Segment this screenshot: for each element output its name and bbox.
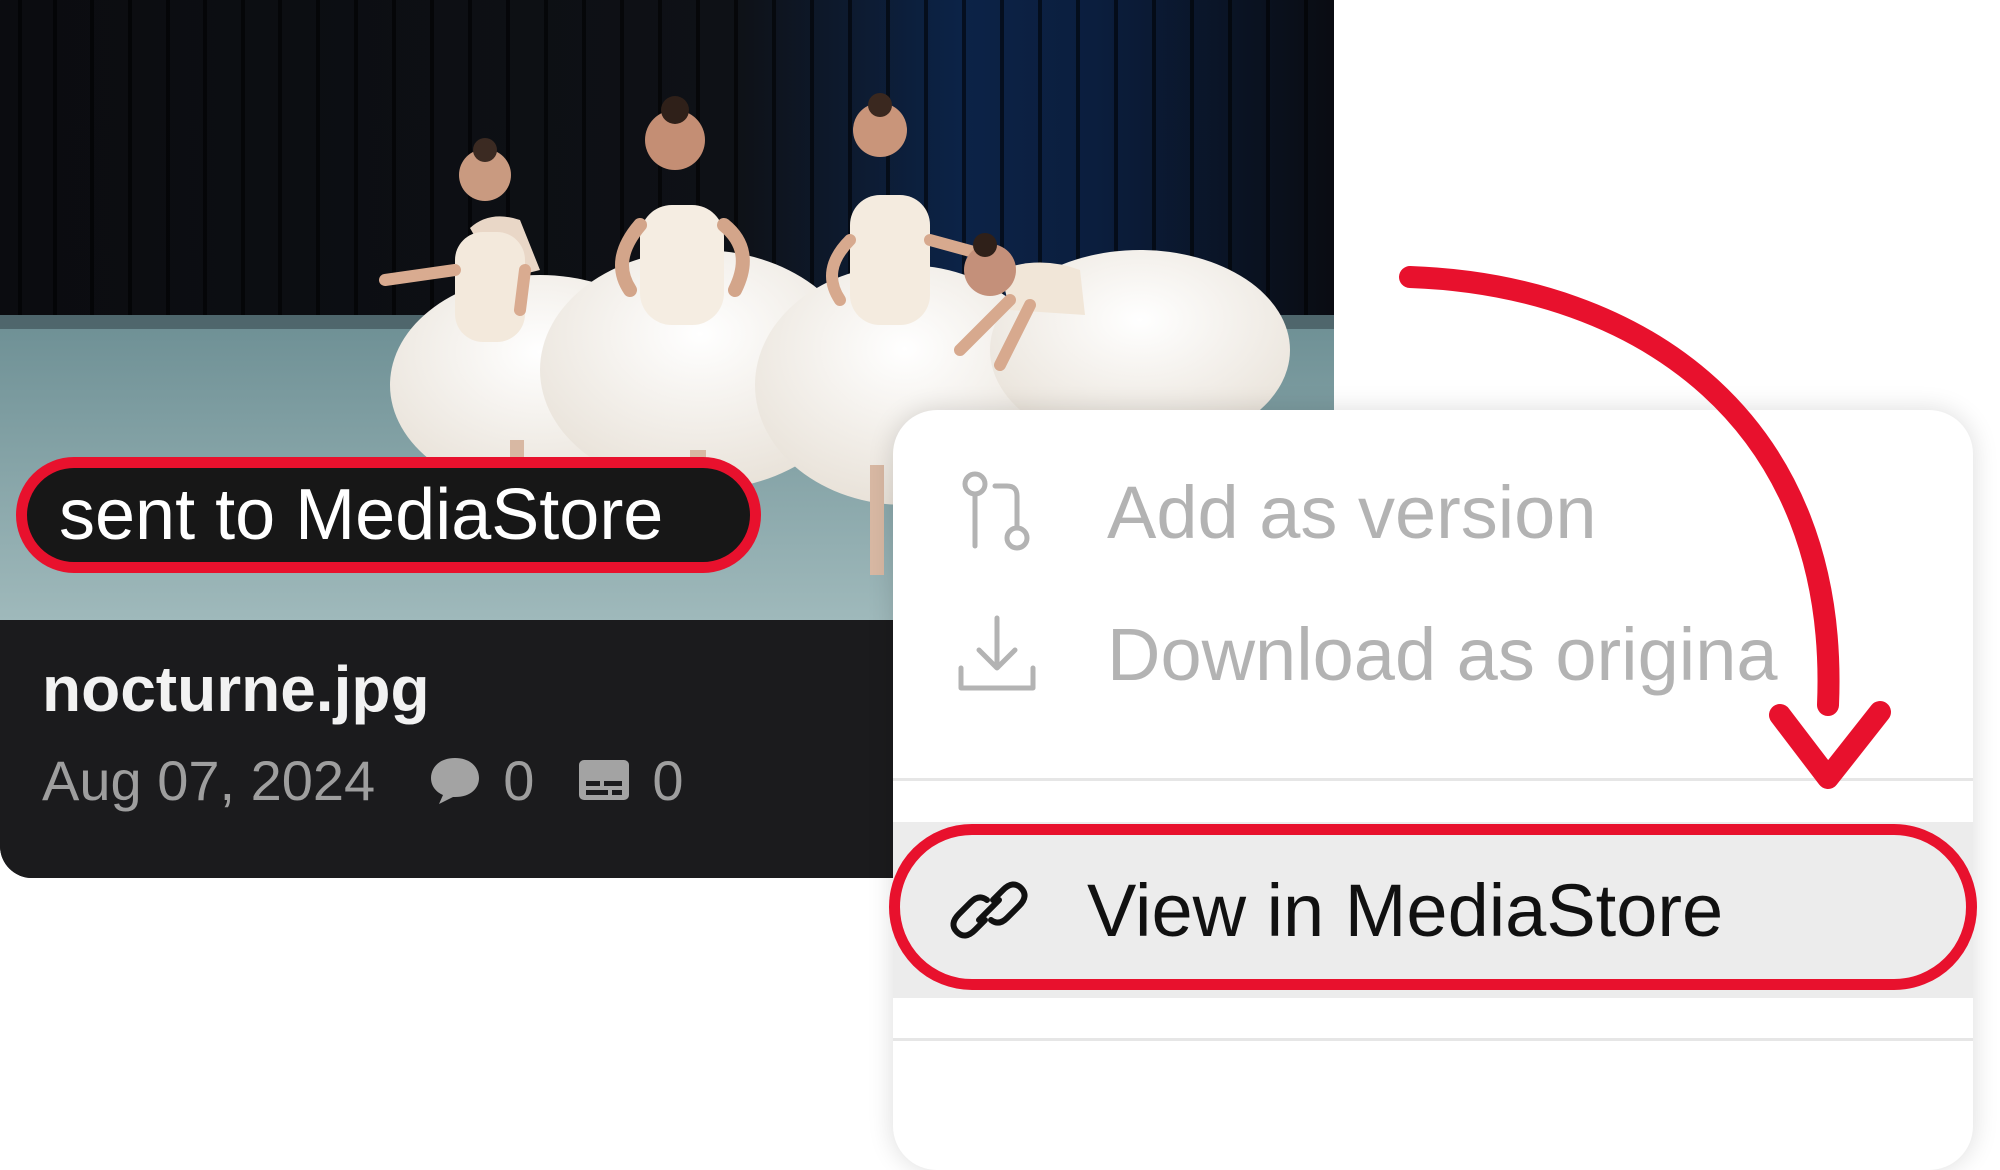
upload-date: Aug 07, 2024 bbox=[42, 748, 376, 812]
menu-item-download-original[interactable]: Download as origina bbox=[893, 598, 1973, 710]
comments-count: 0 bbox=[503, 748, 535, 812]
download-icon bbox=[955, 612, 1039, 696]
version-branch-icon bbox=[955, 470, 1039, 554]
context-menu: Add as version Download as origina View … bbox=[893, 410, 1973, 1170]
highlight-ring bbox=[889, 824, 1977, 990]
asset-meta: Aug 07, 2024 0 0 bbox=[42, 740, 726, 820]
speech-bubble-icon bbox=[427, 754, 483, 806]
status-badge: sent to MediaStore bbox=[16, 457, 761, 573]
menu-divider bbox=[893, 778, 1973, 781]
file-name[interactable]: nocturne.jpg bbox=[42, 652, 430, 726]
menu-item-label: Download as origina bbox=[1107, 612, 1778, 696]
menu-item-label: Add as version bbox=[1107, 470, 1597, 554]
subtitles-icon bbox=[576, 757, 632, 803]
status-label: sent to MediaStore bbox=[59, 475, 664, 555]
menu-item-add-as-version[interactable]: Add as version bbox=[893, 456, 1973, 568]
menu-divider bbox=[893, 1038, 1973, 1041]
subtitles-count: 0 bbox=[652, 748, 684, 812]
